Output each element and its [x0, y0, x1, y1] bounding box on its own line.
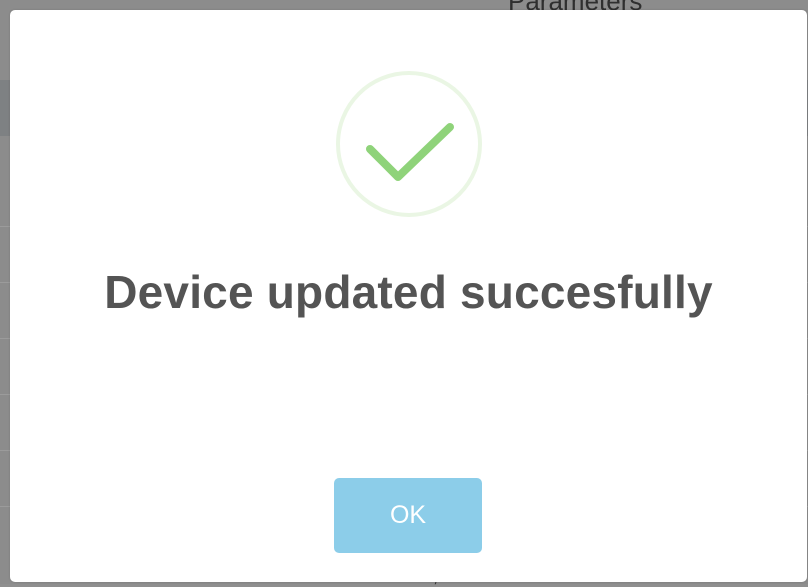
- success-dialog: Device updated succesfully OK: [10, 10, 807, 582]
- success-check-icon: [336, 71, 482, 217]
- dialog-title: Device updated succesfully: [104, 266, 713, 318]
- ok-button[interactable]: OK: [334, 478, 482, 553]
